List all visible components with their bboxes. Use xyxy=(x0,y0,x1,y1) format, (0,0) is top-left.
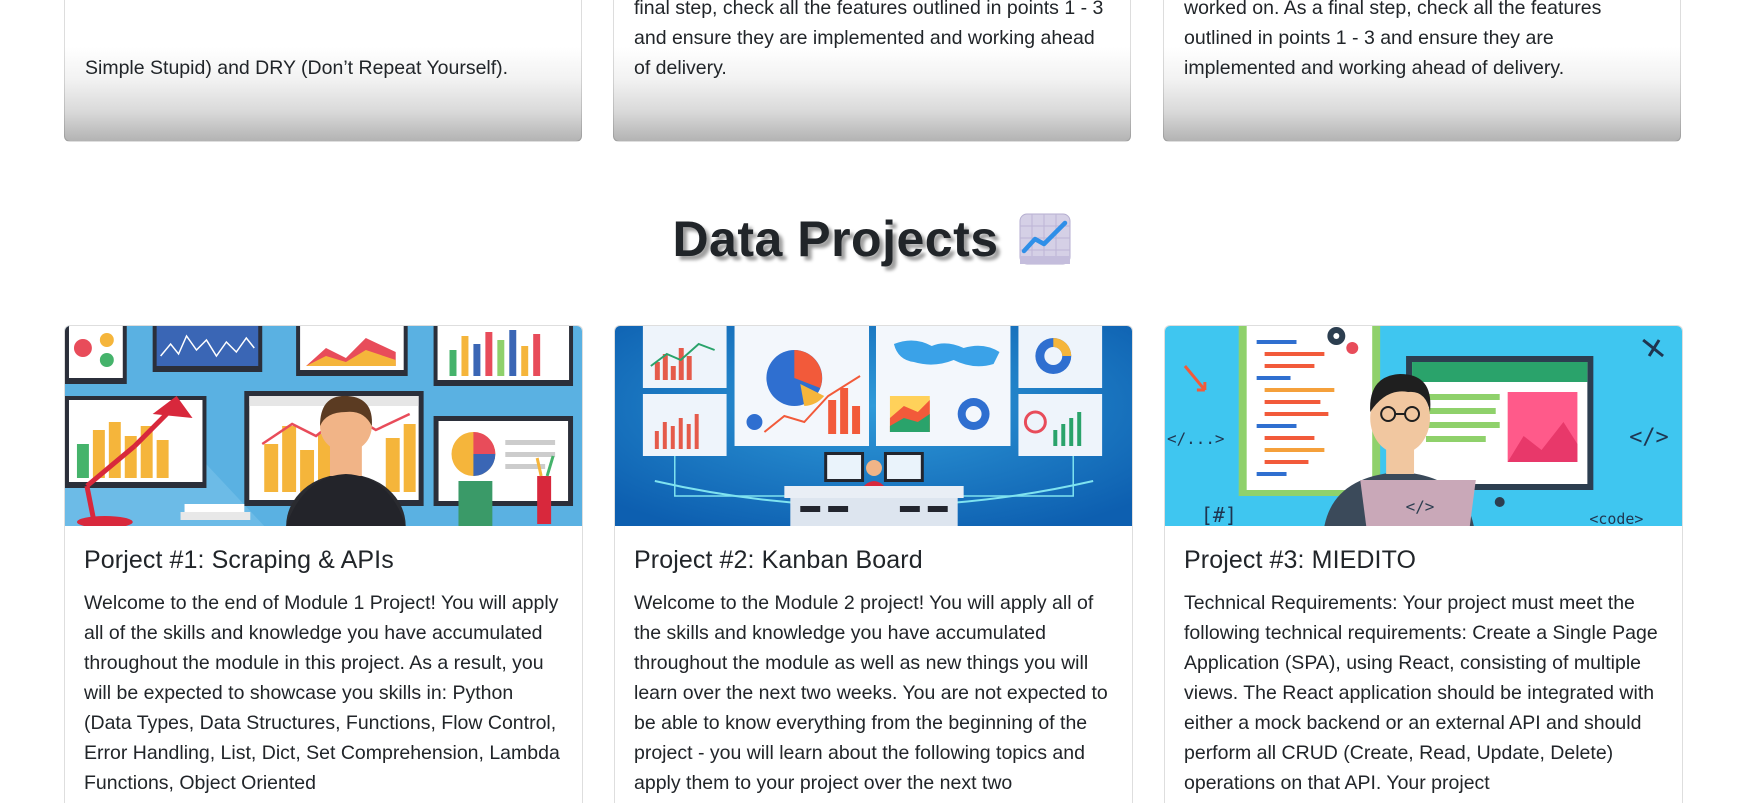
project-title[interactable]: Project #3: MIEDITO xyxy=(1184,546,1663,575)
previous-project-card-text: commits per day on your project reposito… xyxy=(1184,0,1602,79)
hash-label: [#] xyxy=(1201,503,1237,526)
previous-project-card-2: final step, check all the features outli… xyxy=(613,0,1131,142)
developer-coding-illustration: </> </...> </> [#] <code> xyxy=(1165,326,1682,526)
project-title[interactable]: Project #2: Kanban Board xyxy=(634,546,1113,575)
card-body: Project #2: Kanban Board Welcome to the … xyxy=(615,526,1132,803)
code-right-label: </> xyxy=(1629,425,1669,450)
previous-project-card-3: commits per day on your project reposito… xyxy=(1163,0,1681,142)
laptop-tag-label: </> xyxy=(1406,497,1435,516)
card-body: Project #3: MIEDITO Technical Requiremen… xyxy=(1165,526,1682,803)
project-title[interactable]: Porject #1: Scraping & APIs xyxy=(84,546,563,575)
dashboard-control-room-illustration xyxy=(615,326,1132,526)
section-title: Data Projects xyxy=(672,211,999,267)
section-header: Data Projects xyxy=(0,204,1745,274)
project-card-scraping-apis[interactable]: Porject #1: Scraping & APIs Welcome to t… xyxy=(64,325,583,803)
previous-project-card-1: Simple Stupid) and DRY (Don’t Repeat You… xyxy=(64,0,582,142)
project-description: Welcome to the end of Module 1 Project! … xyxy=(84,592,560,794)
code-tag-label: <code> xyxy=(1589,510,1643,526)
project-card-miedito[interactable]: </> </...> </> [#] <code> Project #3: MI… xyxy=(1164,325,1683,803)
chart-increasing-icon xyxy=(1019,213,1071,265)
page: Simple Stupid) and DRY (Don’t Repeat You… xyxy=(0,0,1745,803)
project-description: Technical Requirements: Your project mus… xyxy=(1184,592,1658,794)
project-card-kanban-board[interactable]: Project #2: Kanban Board Welcome to the … xyxy=(614,325,1133,803)
data-analyst-illustration xyxy=(65,326,582,526)
project-description: Welcome to the Module 2 project! You wil… xyxy=(634,592,1108,794)
code-left-label: </...> xyxy=(1167,429,1225,448)
previous-project-card-text: Simple Stupid) and DRY (Don’t Repeat You… xyxy=(85,57,509,79)
previous-projects-row: Simple Stupid) and DRY (Don’t Repeat You… xyxy=(64,0,1681,143)
previous-project-card-text: final step, check all the features outli… xyxy=(634,0,1104,79)
card-body: Porject #1: Scraping & APIs Welcome to t… xyxy=(65,526,582,803)
